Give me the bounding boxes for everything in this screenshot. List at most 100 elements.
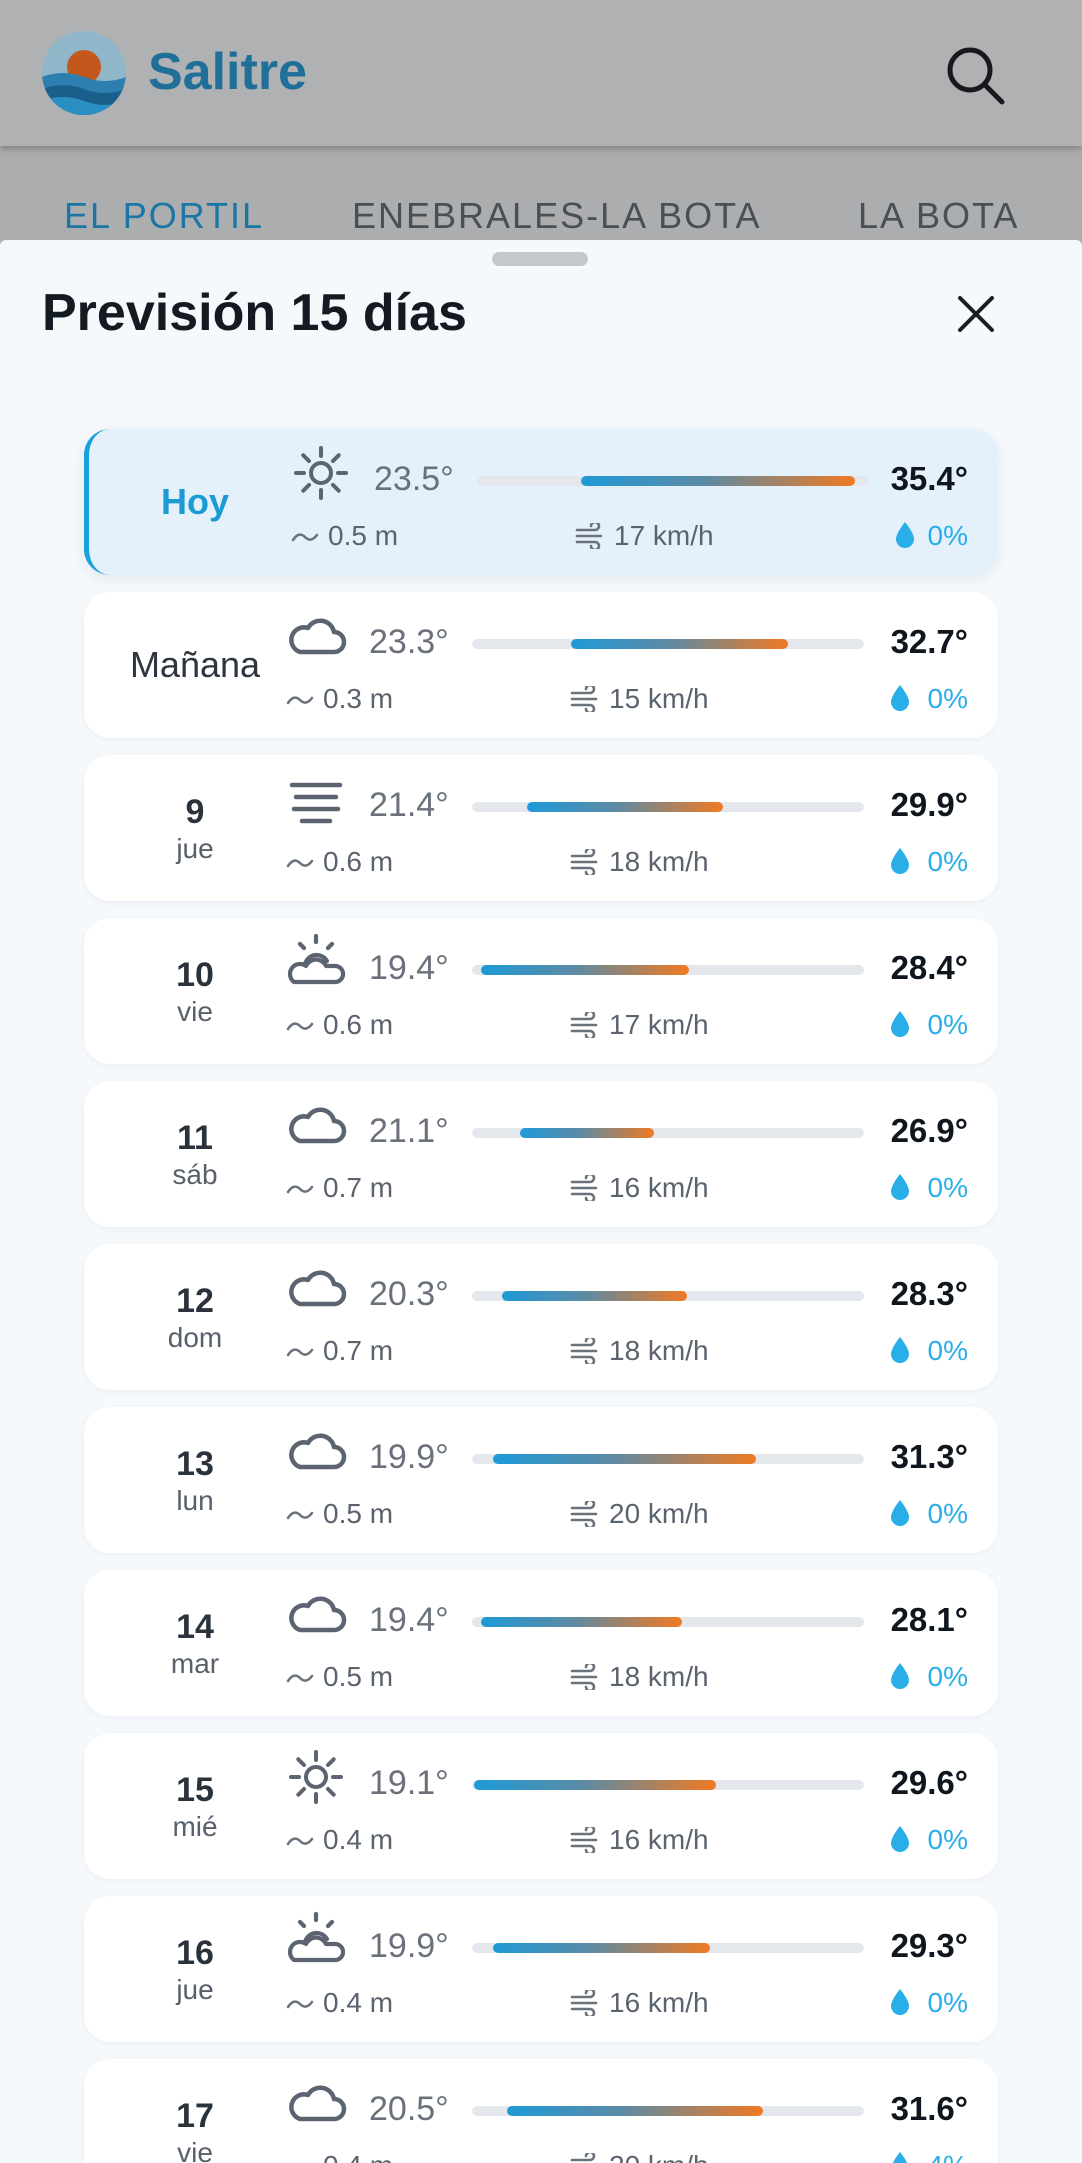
temp-range-bar — [472, 965, 864, 975]
day-label: Mañana — [129, 644, 261, 685]
temp-range-bar — [477, 476, 869, 486]
wave-height: 0.4 m — [323, 1824, 394, 1855]
wind-speed: 16 km/h — [609, 1987, 709, 2018]
temp-max: 29.3° — [890, 1927, 968, 1964]
day-number: 9 — [185, 793, 205, 831]
temp-range-fill — [506, 2106, 763, 2116]
sun-icon — [294, 446, 348, 500]
temp-range-bar — [472, 1943, 864, 1953]
temp-max: 26.9° — [890, 1112, 968, 1149]
wind-speed: 16 km/h — [609, 1172, 709, 1203]
temp-range-bar — [472, 802, 864, 812]
temp-range-bar — [472, 1780, 864, 1790]
forecast-row[interactable]: 11 sáb 21.1° 26.9° 0.7 m 16 km/h 0% — [84, 1081, 998, 1227]
temp-range-fill — [527, 802, 724, 812]
forecast-row[interactable]: 12 dom 20.3° 28.3° 0.7 m 18 km/h 0% — [84, 1244, 998, 1390]
cloud-icon — [289, 1107, 347, 1144]
raindrop-icon — [891, 1826, 909, 1852]
temp-range-fill — [481, 965, 689, 975]
app-title: Salitre — [148, 43, 307, 101]
forecast-row[interactable]: 10 vie 19.4° 28.4° 0.6 m 17 km/h 0% — [84, 918, 998, 1064]
wave-icon — [286, 1348, 314, 1357]
temp-max: 28.4° — [890, 949, 968, 986]
temp-range-fill — [481, 1617, 682, 1627]
wind-icon — [570, 1501, 598, 1527]
cloud-icon — [289, 2085, 347, 2122]
temp-range-bar — [472, 639, 864, 649]
day-weekday: dom — [167, 1322, 223, 1353]
sheet-title: Previsión 15 días — [42, 284, 467, 342]
fog-icon — [289, 782, 343, 824]
wave-height: 0.4 m — [323, 2149, 393, 2163]
forecast-row[interactable]: 9 jue 21.4° 29.9° 0.6 m 18 km/h 0% — [84, 755, 998, 901]
day-weekday: vie — [177, 2137, 213, 2163]
temp-max: 29.6° — [890, 1764, 968, 1801]
temp-range-bar — [472, 1291, 864, 1301]
temp-range-bar — [472, 1617, 864, 1627]
tab-el-portil[interactable]: EL PORTIL — [64, 194, 264, 238]
forecast-row[interactable]: 17 vie 20.5° 31.6° 0.4 m 20 km/h 4% — [84, 2059, 998, 2163]
forecast-row[interactable]: 15 mié 19.1° 29.6° 0.4 m 16 km/h 0% — [84, 1733, 998, 1879]
tab-la-bota[interactable]: LA BOTA — [858, 194, 1019, 238]
forecast-row[interactable]: 13 lun 19.9° 31.3° 0.5 m 20 km/h 0% — [84, 1407, 998, 1553]
wind-speed: 18 km/h — [609, 1335, 709, 1366]
wave-height: 0.6 m — [323, 846, 394, 877]
tab-enebrales-la-bota[interactable]: ENEBRALES-LA BOTA — [352, 194, 761, 238]
temp-range-fill — [580, 476, 856, 486]
temp-min: 19.9° — [369, 1438, 449, 1476]
cloud-icon — [289, 618, 347, 655]
wave-icon — [286, 1022, 314, 1031]
forecast-row[interactable]: 16 jue 19.9° 29.3° 0.4 m 16 km/h 0% — [84, 1896, 998, 2042]
wind-icon — [570, 1012, 598, 1038]
temp-range-fill — [492, 1454, 756, 1464]
wave-height: 0.5 m — [323, 1661, 394, 1692]
rain-probability: 0% — [927, 1498, 968, 1529]
temp-max: 32.7° — [890, 623, 968, 660]
day-number: 11 — [177, 1119, 213, 1157]
temp-range-bar — [472, 1454, 864, 1464]
wave-icon — [286, 2159, 314, 2163]
day-weekday: jue — [176, 833, 214, 864]
sun-icon — [289, 1750, 343, 1804]
raindrop-icon — [891, 1500, 909, 1526]
temp-min: 19.9° — [369, 1927, 449, 1965]
forecast-row[interactable]: Hoy 23.5° 35.4° 0.5 m 17 km/h 0% — [84, 429, 998, 575]
day-number: 17 — [176, 2097, 214, 2135]
wave-icon — [286, 859, 314, 868]
temp-min: 21.4° — [369, 786, 449, 824]
forecast-row[interactable]: Mañana 23.3° 32.7° 0.3 m 15 km/h 0% — [84, 592, 998, 738]
rain-probability: 0% — [927, 1661, 968, 1692]
rain-probability: 0% — [927, 1824, 968, 1855]
wind-icon — [570, 686, 598, 712]
raindrop-icon — [891, 1011, 909, 1037]
temp-max: 35.4° — [890, 460, 968, 497]
wind-speed: 18 km/h — [609, 846, 709, 877]
day-number: 12 — [176, 1282, 214, 1320]
day-number: 13 — [176, 1445, 214, 1483]
rain-probability: 0% — [927, 1987, 968, 2018]
temp-min: 19.4° — [369, 1601, 449, 1639]
rain-probability: 0% — [927, 1335, 968, 1366]
wind-speed: 16 km/h — [609, 1824, 709, 1855]
forecast-row[interactable]: 14 mar 19.4° 28.1° 0.5 m 18 km/h 0% — [84, 1570, 998, 1716]
wave-height: 0.3 m — [323, 683, 394, 714]
close-icon[interactable] — [950, 288, 1002, 340]
day-number: 16 — [176, 1934, 214, 1972]
sun-behind-cloud-icon — [287, 933, 346, 985]
day-weekday: vie — [177, 996, 213, 1027]
sheet-drag-handle[interactable] — [492, 252, 588, 266]
wind-icon — [570, 1338, 598, 1364]
wave-icon — [286, 2000, 314, 2009]
rain-probability: 0% — [927, 683, 968, 714]
raindrop-icon — [891, 1174, 909, 1200]
wave-icon — [286, 1674, 314, 1683]
cloud-icon — [289, 1270, 347, 1307]
raindrop-icon — [892, 2152, 908, 2163]
temp-max: 28.1° — [890, 1601, 968, 1638]
day-weekday: mié — [172, 1811, 218, 1842]
temp-min: 23.3° — [369, 623, 449, 661]
search-icon[interactable] — [940, 40, 1010, 110]
wind-icon — [570, 1175, 598, 1201]
wave-height: 0.5 m — [328, 520, 399, 551]
wind-speed: 18 km/h — [609, 1661, 709, 1692]
